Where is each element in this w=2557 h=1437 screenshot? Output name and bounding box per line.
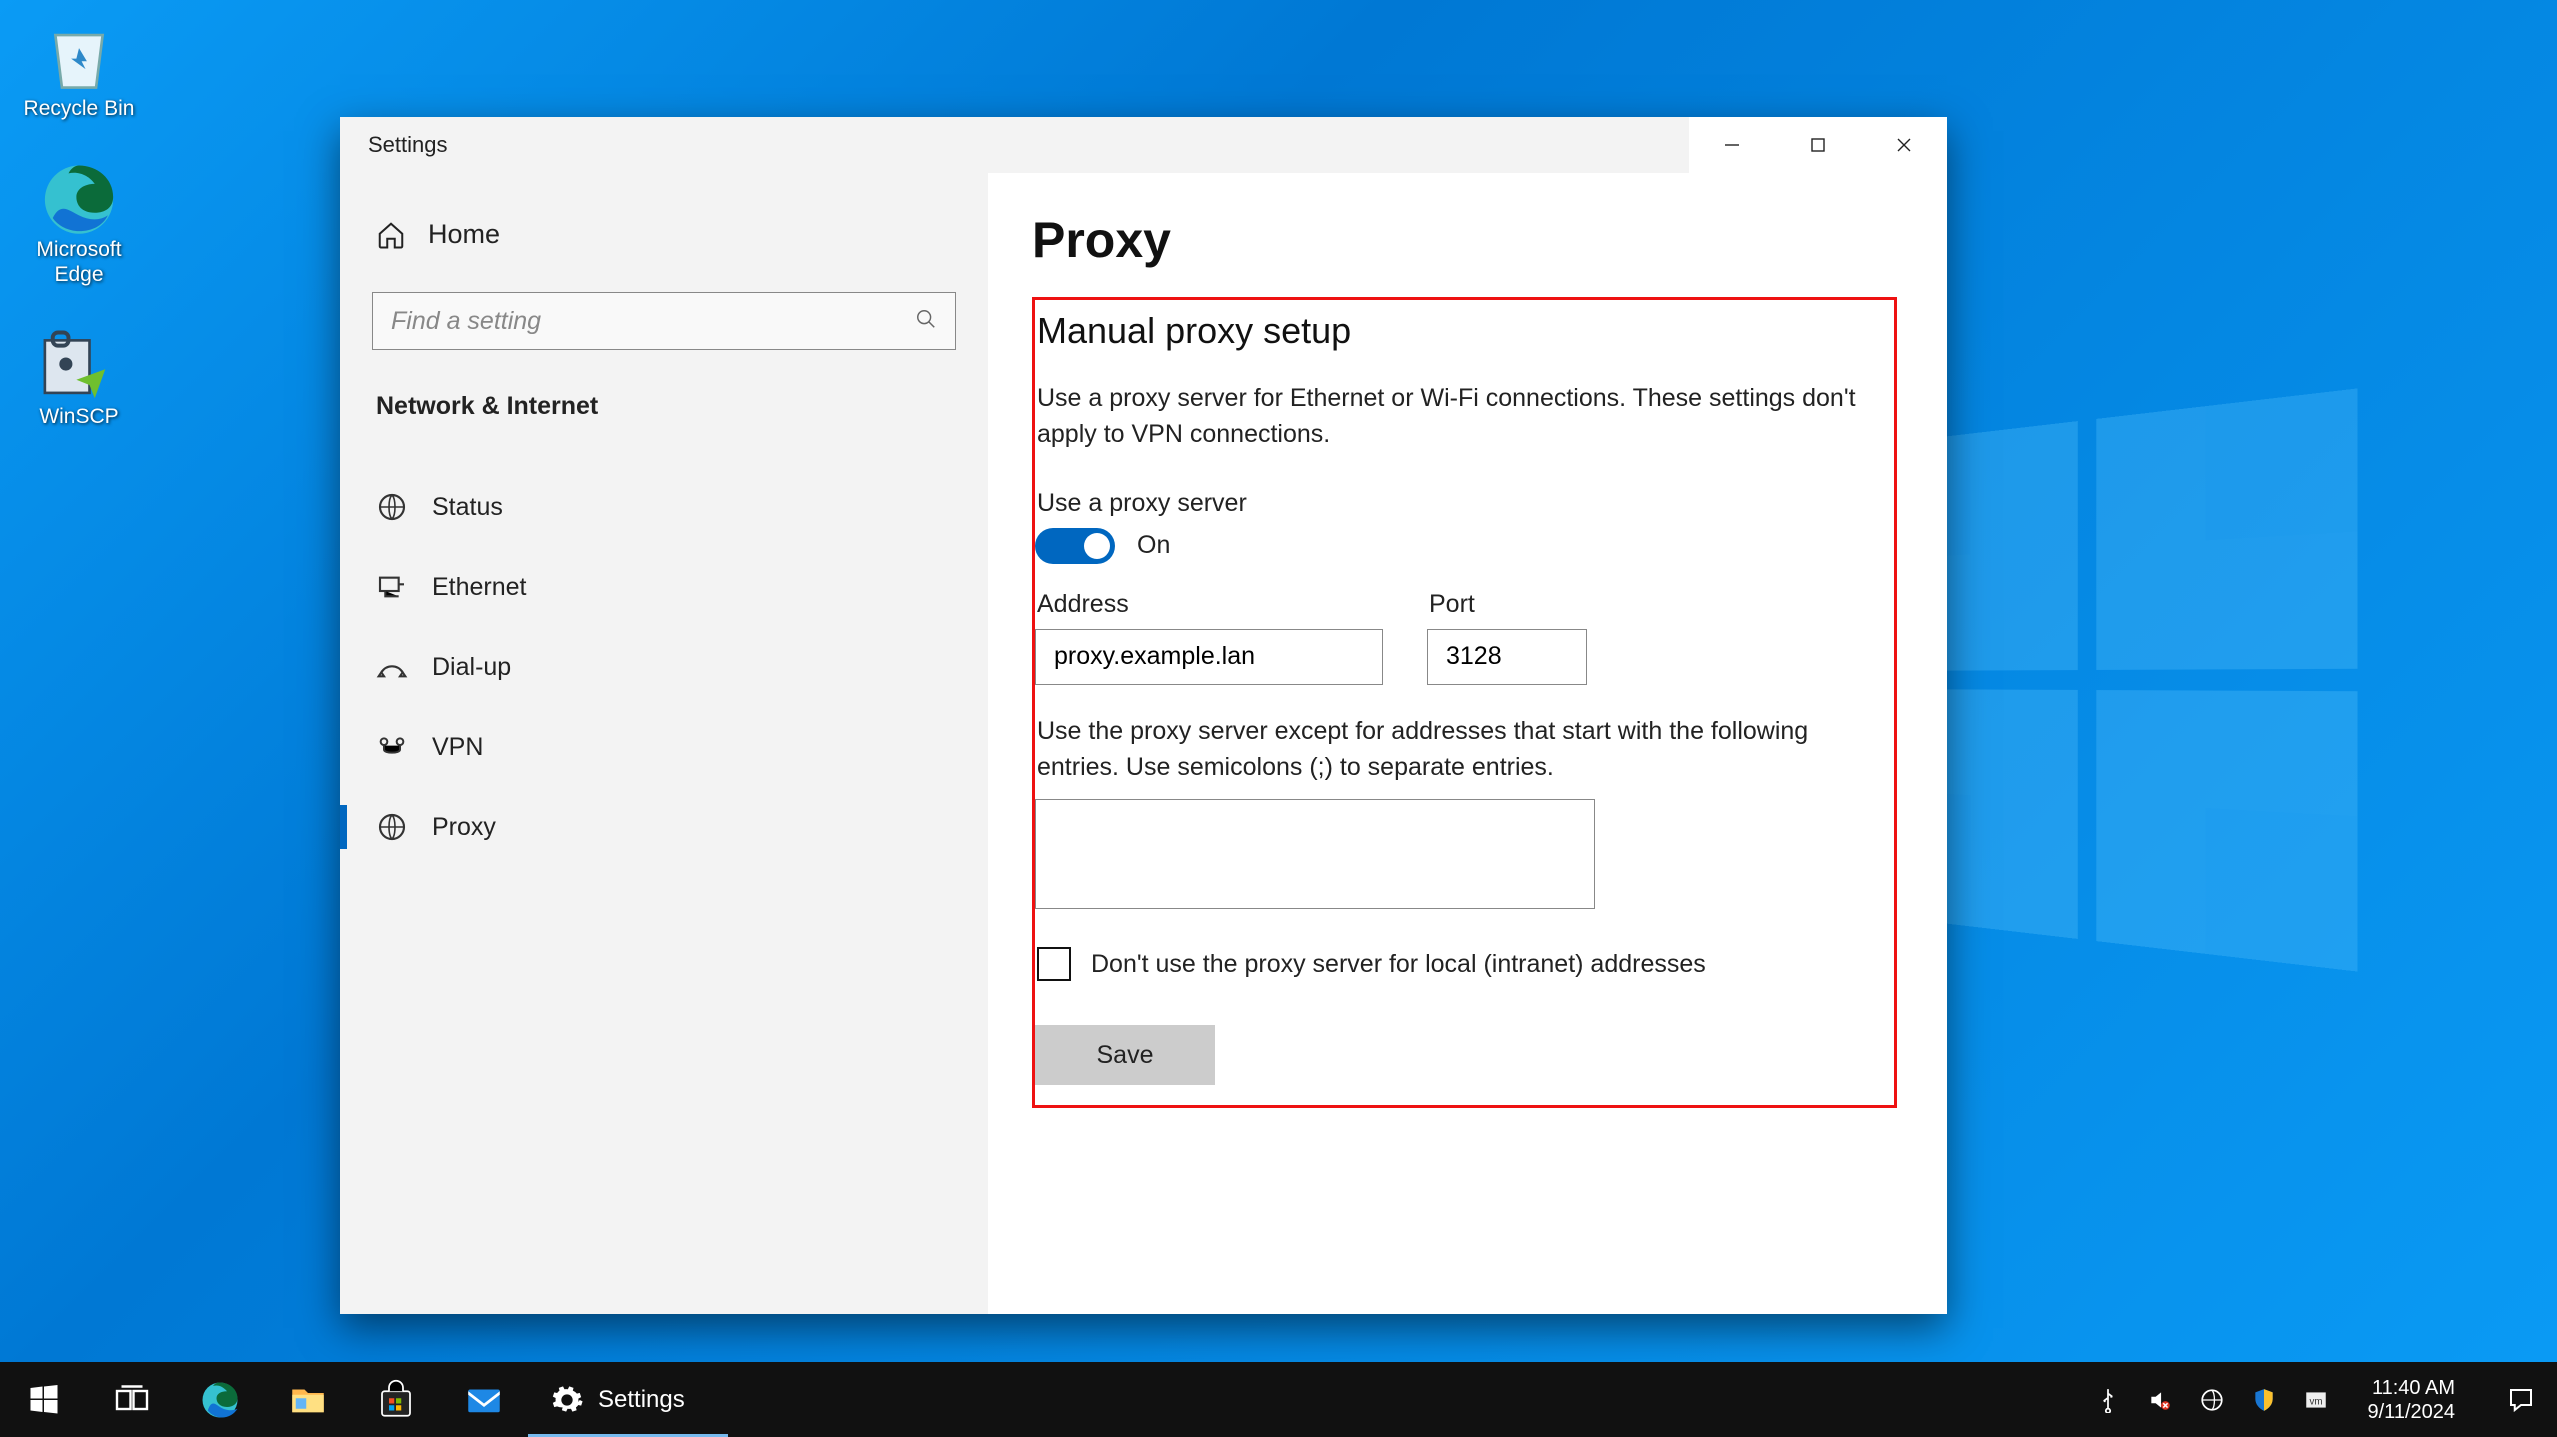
port-input[interactable] bbox=[1427, 629, 1587, 685]
close-button[interactable] bbox=[1861, 117, 1947, 173]
taskbar-settings-running[interactable]: Settings bbox=[528, 1362, 728, 1437]
clock-date: 9/11/2024 bbox=[2368, 1400, 2456, 1424]
tray-vm-icon[interactable]: vm bbox=[2302, 1386, 2330, 1414]
proxy-description: Use a proxy server for Ethernet or Wi-Fi… bbox=[1035, 380, 1882, 453]
gear-icon bbox=[550, 1383, 584, 1417]
vpn-icon bbox=[376, 731, 408, 763]
minimize-button[interactable] bbox=[1689, 117, 1775, 173]
taskbar-edge[interactable] bbox=[176, 1362, 264, 1437]
desktop-icons: Recycle Bin Microsoft Edge WinSCP bbox=[14, 20, 164, 469]
settings-content: Proxy Manual proxy setup Use a proxy ser… bbox=[988, 173, 1947, 1314]
taskbar: Settings vm 11:40 AM 9/11/2024 bbox=[0, 1362, 2557, 1437]
store-icon bbox=[375, 1379, 417, 1421]
manual-proxy-header: Manual proxy setup bbox=[1035, 310, 1882, 352]
tray-volume-icon[interactable] bbox=[2146, 1386, 2174, 1414]
settings-sidebar: Home Network & Internet Status Ethernet bbox=[340, 173, 988, 1314]
tray-network-icon[interactable] bbox=[2198, 1386, 2226, 1414]
maximize-button[interactable] bbox=[1775, 117, 1861, 173]
window-title: Settings bbox=[340, 132, 448, 158]
recycle-bin-icon bbox=[37, 20, 121, 92]
ethernet-icon bbox=[376, 571, 408, 603]
nav-vpn[interactable]: VPN bbox=[340, 707, 988, 787]
nav-label: Proxy bbox=[432, 813, 496, 842]
bypass-local-checkbox[interactable]: Don't use the proxy server for local (in… bbox=[1035, 947, 1882, 981]
edge-icon bbox=[199, 1379, 241, 1421]
address-input[interactable] bbox=[1035, 629, 1383, 685]
nav-dialup[interactable]: Dial-up bbox=[340, 627, 988, 707]
page-header: Proxy bbox=[1032, 211, 1903, 269]
taskbar-clock[interactable]: 11:40 AM 9/11/2024 bbox=[2354, 1376, 2470, 1424]
search-icon bbox=[915, 308, 937, 334]
port-label: Port bbox=[1427, 590, 1587, 619]
home-icon bbox=[376, 220, 406, 250]
task-view-button[interactable] bbox=[88, 1362, 176, 1437]
start-button[interactable] bbox=[0, 1362, 88, 1437]
action-center-button[interactable] bbox=[2493, 1385, 2549, 1415]
nav-list: Status Ethernet Dial-up VPN Proxy bbox=[340, 467, 988, 867]
desktop-icon-recycle-bin[interactable]: Recycle Bin bbox=[14, 20, 144, 121]
exceptions-input[interactable] bbox=[1035, 799, 1595, 909]
save-button[interactable]: Save bbox=[1035, 1025, 1215, 1085]
checkbox-icon bbox=[1037, 947, 1071, 981]
bypass-local-label: Don't use the proxy server for local (in… bbox=[1091, 950, 1706, 979]
use-proxy-label: Use a proxy server bbox=[1035, 489, 1882, 518]
toggle-state: On bbox=[1137, 531, 1170, 560]
mail-icon bbox=[463, 1379, 505, 1421]
titlebar: Settings bbox=[340, 117, 1947, 173]
desktop-icon-edge[interactable]: Microsoft Edge bbox=[14, 161, 144, 287]
section-label: Network & Internet bbox=[372, 392, 956, 421]
tray-security-icon[interactable] bbox=[2250, 1386, 2278, 1414]
address-label: Address bbox=[1035, 590, 1383, 619]
search-input[interactable] bbox=[391, 307, 915, 336]
desktop-icon-label: Recycle Bin bbox=[14, 96, 144, 121]
nav-label: VPN bbox=[432, 733, 483, 762]
proxy-icon bbox=[376, 811, 408, 843]
nav-status[interactable]: Status bbox=[340, 467, 988, 547]
dialup-icon bbox=[376, 651, 408, 683]
svg-text:vm: vm bbox=[2309, 1396, 2322, 1407]
edge-icon bbox=[37, 161, 121, 233]
windows-icon bbox=[26, 1382, 62, 1418]
desktop-icon-label: Microsoft Edge bbox=[14, 237, 144, 287]
file-explorer-icon bbox=[287, 1379, 329, 1421]
highlighted-section: Manual proxy setup Use a proxy server fo… bbox=[1032, 297, 1897, 1108]
taskbar-app-label: Settings bbox=[598, 1386, 685, 1414]
winscp-icon bbox=[37, 328, 121, 400]
exceptions-description: Use the proxy server except for addresse… bbox=[1035, 713, 1882, 786]
search-box[interactable] bbox=[372, 292, 956, 350]
tray-usb-icon[interactable] bbox=[2094, 1386, 2122, 1414]
nav-ethernet[interactable]: Ethernet bbox=[340, 547, 988, 627]
nav-proxy[interactable]: Proxy bbox=[340, 787, 988, 867]
desktop-icon-winscp[interactable]: WinSCP bbox=[14, 328, 144, 429]
status-icon bbox=[376, 491, 408, 523]
taskbar-file-explorer[interactable] bbox=[264, 1362, 352, 1437]
use-proxy-toggle[interactable] bbox=[1035, 528, 1115, 564]
home-link[interactable]: Home bbox=[372, 213, 956, 256]
task-view-icon bbox=[114, 1382, 150, 1418]
desktop-icon-label: WinSCP bbox=[14, 404, 144, 429]
clock-time: 11:40 AM bbox=[2368, 1376, 2456, 1400]
taskbar-store[interactable] bbox=[352, 1362, 440, 1437]
notification-icon bbox=[2506, 1385, 2536, 1415]
system-tray: vm 11:40 AM 9/11/2024 bbox=[2074, 1362, 2557, 1437]
nav-label: Status bbox=[432, 493, 503, 522]
nav-label: Ethernet bbox=[432, 573, 527, 602]
home-label: Home bbox=[428, 219, 500, 250]
settings-window: Settings Home Network & Internet bbox=[340, 117, 1947, 1314]
nav-label: Dial-up bbox=[432, 653, 511, 682]
taskbar-mail[interactable] bbox=[440, 1362, 528, 1437]
